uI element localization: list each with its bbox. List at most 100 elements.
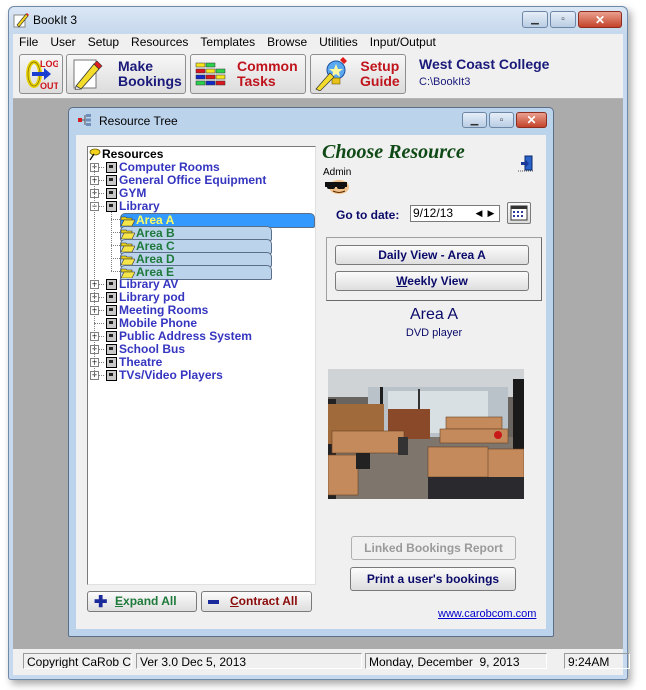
svg-text:OUT: OUT bbox=[40, 81, 58, 91]
menu-setup[interactable]: Setup bbox=[82, 34, 125, 52]
close-icon: ✕ bbox=[526, 113, 537, 127]
open-folder-icon bbox=[121, 229, 135, 239]
resource-tree-body: Resources + Computer Rooms + General Office… bbox=[76, 135, 546, 629]
common-tasks-button[interactable]: Common Tasks bbox=[190, 54, 306, 94]
menu-input-output[interactable]: Input/Output bbox=[364, 34, 442, 52]
user-role-label: Admin bbox=[323, 167, 352, 178]
open-folder-icon bbox=[121, 242, 135, 252]
tree-connector bbox=[111, 258, 120, 259]
tree-node[interactable]: − Library bbox=[88, 200, 313, 213]
weekly-view-button[interactable]: Weekly View bbox=[335, 271, 529, 291]
maximize-icon: ▫ bbox=[561, 14, 565, 25]
logout-button[interactable]: LOG OUT bbox=[19, 54, 63, 94]
tree-connector bbox=[111, 245, 120, 246]
resource-group-icon bbox=[106, 188, 117, 199]
common-tasks-line2: Tasks bbox=[237, 73, 276, 89]
resource-description: DVD player bbox=[405, 327, 463, 339]
website-link[interactable]: www.carobcom.com bbox=[438, 608, 536, 620]
make-bookings-button[interactable]: Make Bookings bbox=[66, 54, 186, 94]
tree-connector bbox=[94, 163, 95, 375]
tree-node[interactable]: + TVs/Video Players bbox=[88, 369, 313, 382]
setup-guide-line2: Guide bbox=[360, 73, 400, 89]
tree-connector bbox=[111, 219, 120, 220]
resource-group-icon bbox=[106, 201, 117, 212]
tree-node-label: Library bbox=[119, 199, 160, 213]
title-bar: BookIt 3 ▁ ▫ ✕ bbox=[9, 7, 627, 33]
expand-all-label: Expand All bbox=[115, 592, 177, 611]
view-buttons-group: Daily View - Area A Weekly View bbox=[326, 237, 542, 301]
close-icon: ✕ bbox=[594, 12, 606, 27]
resource-group-icon bbox=[106, 331, 117, 342]
menu-bar: File User Setup Resources Templates Brow… bbox=[13, 34, 623, 52]
toolbar: LOG OUT Make Bookings Common Tasks Setup… bbox=[13, 52, 623, 99]
resource-group-icon bbox=[106, 279, 117, 290]
resource-group-icon bbox=[106, 175, 117, 186]
status-date: Monday, December 9, 2013 bbox=[365, 653, 547, 669]
pin-icon bbox=[89, 148, 101, 161]
child-close-button[interactable]: ✕ bbox=[516, 112, 547, 128]
plus-icon: ✚ bbox=[94, 594, 108, 611]
setup-guide-line1: Setup bbox=[360, 58, 400, 74]
mdi-workspace: Resource Tree ▁ ▫ ✕ Resources + Computer… bbox=[13, 99, 623, 649]
child-maximize-button[interactable]: ▫ bbox=[489, 112, 514, 128]
menu-utilities[interactable]: Utilities bbox=[313, 34, 364, 52]
maximize-button[interactable]: ▫ bbox=[550, 11, 576, 28]
status-copyright: Copyright CaRob Co bbox=[23, 653, 132, 669]
daily-view-button[interactable]: Daily View - Area A bbox=[335, 245, 529, 265]
date-next-icon[interactable]: ▶ bbox=[485, 207, 497, 220]
resource-name: Area A bbox=[409, 306, 459, 323]
common-tasks-line1: Common bbox=[237, 58, 298, 74]
resource-group-icon bbox=[106, 292, 117, 303]
weekly-view-rest: eekly View bbox=[407, 274, 468, 288]
goto-date-input[interactable]: 9/12/13 ◀ ▶ bbox=[410, 205, 500, 222]
minimize-icon: ▁ bbox=[470, 114, 479, 126]
organization-name: West Coast College bbox=[419, 56, 550, 72]
status-bar: Copyright CaRob Co Ver 3.0 Dec 5, 2013 M… bbox=[13, 649, 630, 675]
window-title: BookIt 3 bbox=[33, 13, 78, 27]
open-folder-icon bbox=[121, 255, 135, 265]
resource-tree[interactable]: Resources + Computer Rooms + General Office… bbox=[87, 146, 316, 585]
app-pencil-icon bbox=[13, 13, 29, 28]
main-window: BookIt 3 ▁ ▫ ✕ File User Setup Resources… bbox=[8, 6, 630, 680]
resource-tree-title: Resource Tree bbox=[99, 114, 178, 128]
tree-node-label: TVs/Video Players bbox=[119, 368, 223, 382]
menu-browse[interactable]: Browse bbox=[261, 34, 313, 52]
contract-all-button[interactable]: Contract All bbox=[201, 591, 312, 612]
menu-user[interactable]: User bbox=[44, 34, 81, 52]
calendar-button[interactable] bbox=[507, 202, 531, 224]
date-prev-icon[interactable]: ◀ bbox=[473, 207, 485, 220]
resource-group-icon bbox=[106, 357, 117, 368]
weekly-view-accel: W bbox=[396, 274, 408, 288]
expand-all-button[interactable]: ✚ Expand All bbox=[87, 591, 197, 612]
contract-all-accel: C bbox=[230, 594, 239, 608]
database-path: C:\BookIt3 bbox=[419, 76, 471, 88]
contract-all-label: Contract All bbox=[230, 592, 298, 611]
exit-door-icon[interactable] bbox=[516, 155, 534, 173]
close-button[interactable]: ✕ bbox=[578, 11, 622, 28]
grid-icon bbox=[195, 62, 226, 86]
contract-all-rest: ontract All bbox=[238, 594, 298, 608]
menu-resources[interactable]: Resources bbox=[125, 34, 194, 52]
resource-group-icon bbox=[106, 344, 117, 355]
minimize-button[interactable]: ▁ bbox=[522, 11, 548, 28]
status-time: 9:24AM bbox=[564, 653, 630, 669]
tree-connector bbox=[111, 271, 120, 272]
choose-resource-heading: Choose Resource bbox=[322, 141, 465, 163]
pencil-icon bbox=[73, 59, 103, 90]
minus-icon bbox=[208, 600, 219, 604]
print-user-bookings-button[interactable]: Print a user's bookings bbox=[350, 567, 516, 591]
status-version: Ver 3.0 Dec 5, 2013 bbox=[136, 653, 362, 669]
menu-templates[interactable]: Templates bbox=[194, 34, 261, 52]
make-bookings-line2: Bookings bbox=[118, 73, 182, 89]
child-minimize-button[interactable]: ▁ bbox=[462, 112, 487, 128]
menu-file[interactable]: File bbox=[13, 34, 44, 52]
goto-date-value: 9/12/13 bbox=[413, 206, 454, 220]
linked-bookings-report-button: Linked Bookings Report bbox=[351, 536, 516, 560]
goto-date-label: Go to date: bbox=[336, 208, 400, 222]
lightbulb-icon bbox=[315, 57, 347, 91]
resource-group-icon bbox=[106, 370, 117, 381]
resource-tree-title-bar: Resource Tree ▁ ▫ ✕ bbox=[69, 108, 553, 132]
calendar-icon bbox=[510, 205, 528, 221]
setup-guide-button[interactable]: Setup Guide bbox=[310, 54, 406, 94]
maximize-icon: ▫ bbox=[499, 114, 504, 126]
